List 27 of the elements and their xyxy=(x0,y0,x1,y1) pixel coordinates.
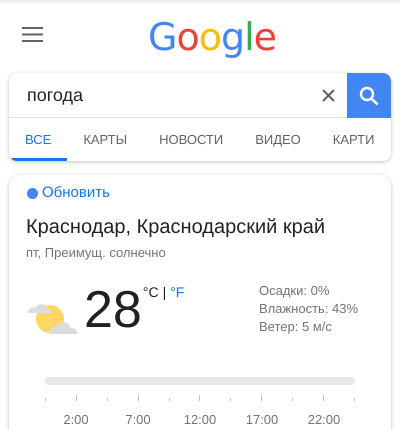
time-label: 2:00 xyxy=(62,411,90,429)
tab[interactable]: КАРТЫ xyxy=(67,118,144,161)
weather-detail: Осадки: 0% xyxy=(259,282,330,300)
search-button[interactable] xyxy=(347,73,391,118)
tab[interactable]: КАРТИ xyxy=(316,118,390,161)
tab[interactable]: ВИДЕО xyxy=(239,118,317,161)
time-label: 7:00 xyxy=(124,411,152,429)
menu-icon[interactable] xyxy=(22,26,43,42)
refresh-link[interactable]: Обновить xyxy=(42,182,110,204)
time-label: 17:00 xyxy=(244,411,280,429)
celsius-unit[interactable]: °C xyxy=(142,282,159,303)
time-label: 22:00 xyxy=(306,411,342,429)
fahrenheit-unit[interactable]: °F xyxy=(170,282,184,303)
location-title: Краснодар, Краснодарский край xyxy=(26,214,326,240)
tab[interactable]: НОВОСТИ xyxy=(143,118,240,161)
weather-detail: Ветер: 5 м/с xyxy=(259,318,333,336)
tab[interactable]: ВСЕ xyxy=(9,118,68,161)
search-icon xyxy=(359,86,379,106)
sun-cloud-icon xyxy=(26,301,78,337)
close-icon[interactable] xyxy=(322,88,335,102)
search-field[interactable]: погода xyxy=(9,73,347,117)
logo: Google xyxy=(148,15,276,59)
weather-condition: пт, Преимущ. солнечно xyxy=(26,244,167,262)
temperature: 28 xyxy=(84,284,142,336)
time-label: 12:00 xyxy=(182,411,218,429)
weather-detail: Влажность: 43% xyxy=(259,300,360,318)
unit-separator: | xyxy=(162,283,166,302)
